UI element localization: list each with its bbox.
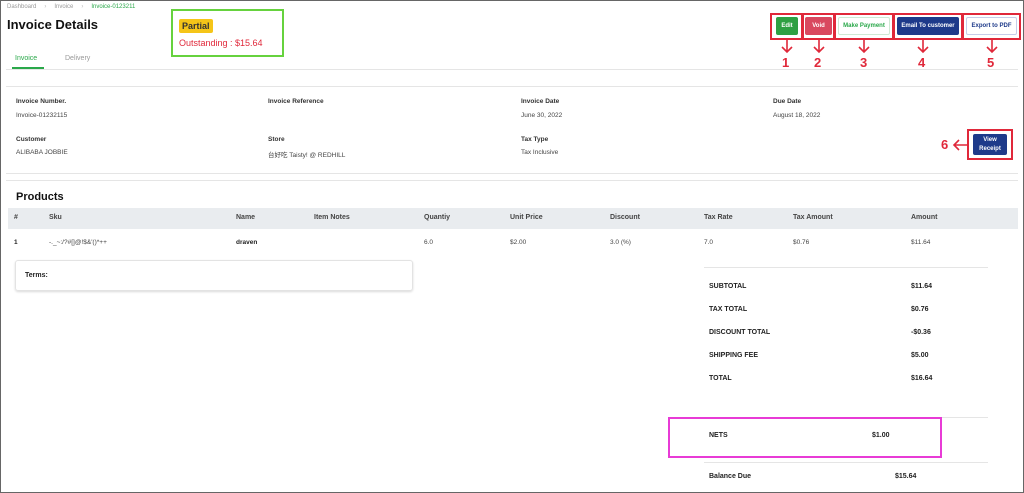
annotation-number-5: 5 xyxy=(987,55,995,70)
balance-divider xyxy=(704,462,988,463)
col-header-item-notes: Item Notes xyxy=(314,214,350,221)
subtotal-value: $11.64 xyxy=(911,283,933,290)
page-title: Invoice Details xyxy=(7,17,99,32)
row-index: 1 xyxy=(14,239,18,246)
due-date-label: Due Date xyxy=(773,98,802,105)
products-top-divider xyxy=(6,180,1018,181)
annotation-number-2: 2 xyxy=(814,55,822,70)
breadcrumb-invoice[interactable]: Invoice xyxy=(54,4,73,10)
shipping-fee-value: $5.00 xyxy=(911,352,929,359)
arrow-down-icon xyxy=(917,40,929,54)
col-header-quantity: Quantiy xyxy=(424,214,451,221)
tax-type-value: Tax Inclusive xyxy=(521,149,559,156)
products-title: Products xyxy=(16,191,64,203)
invoice-reference-label: Invoice Reference xyxy=(268,98,324,105)
col-header-index: # xyxy=(14,214,18,221)
row-sku: -._~:/?#[]@!$&'()*++ xyxy=(49,239,107,246)
view-receipt-button[interactable]: View Receipt xyxy=(973,134,1007,155)
row-unit-price: $2.00 xyxy=(510,239,527,246)
row-tax-rate: 7.0 xyxy=(704,239,714,246)
row-discount: 3.0 (%) xyxy=(610,239,631,246)
row-amount: $11.64 xyxy=(911,239,931,246)
due-date-value: August 18, 2022 xyxy=(773,112,821,119)
make-payment-button[interactable]: Make Payment xyxy=(838,17,890,35)
annotation-number-1: 1 xyxy=(782,55,790,70)
total-label: TOTAL xyxy=(709,375,732,382)
view-receipt-line2: Receipt xyxy=(979,145,1001,152)
invoice-date-value: June 30, 2022 xyxy=(521,112,563,119)
annotation-number-6: 6 xyxy=(941,137,949,152)
info-divider xyxy=(6,173,1018,174)
nets-label: NETS xyxy=(709,432,728,439)
col-header-name: Name xyxy=(236,214,256,221)
annotation-number-3: 3 xyxy=(860,55,868,70)
void-button[interactable]: Void xyxy=(805,17,832,35)
store-value: 台好吃 Taisty! @ REDHILL xyxy=(268,152,346,159)
terms-card: Terms: xyxy=(15,260,413,291)
discount-total-label: DISCOUNT TOTAL xyxy=(709,329,771,336)
shipping-fee-label: SHIPPING FEE xyxy=(709,352,759,359)
col-header-discount: Discount xyxy=(610,214,640,221)
invoice-date-label: Invoice Date xyxy=(521,98,560,105)
tax-total-label: TAX TOTAL xyxy=(709,306,748,313)
total-value: $16.64 xyxy=(911,375,933,382)
col-header-amount: Amount xyxy=(911,214,938,221)
row-quantity: 6.0 xyxy=(424,239,434,246)
header-divider xyxy=(6,86,1018,87)
arrow-down-icon xyxy=(858,40,870,54)
customer-label: Customer xyxy=(16,136,47,143)
arrow-down-icon xyxy=(813,40,825,54)
nets-value: $1.00 xyxy=(872,432,890,439)
invoice-number-label: Invoice Number. xyxy=(16,98,67,105)
breadcrumb-current: Invoice-0123211 xyxy=(91,4,136,10)
status-badge: Partial xyxy=(179,19,213,33)
breadcrumb: Dashboard › Invoice › Invoice-0123211 xyxy=(7,4,136,10)
outstanding-amount: Outstanding : $15.64 xyxy=(179,38,263,48)
col-header-tax-rate: Tax Rate xyxy=(704,214,733,221)
terms-label: Terms: xyxy=(25,272,48,279)
customer-value: ALIBABA JOBBIE xyxy=(16,149,68,156)
breadcrumb-dashboard[interactable]: Dashboard xyxy=(7,4,36,10)
status-highlight-box: Partial Outstanding : $15.64 xyxy=(171,9,284,57)
view-receipt-line1: View xyxy=(983,136,997,143)
arrow-down-icon xyxy=(986,40,998,54)
invoice-number-value: Invoice-01232115 xyxy=(16,112,68,119)
email-customer-button[interactable]: Email To customer xyxy=(897,17,959,35)
col-header-unit-price: Unit Price xyxy=(510,214,543,221)
edit-button[interactable]: Edit xyxy=(776,17,798,35)
store-label: Store xyxy=(268,136,285,143)
arrow-left-icon xyxy=(952,139,967,151)
subtotal-label: SUBTOTAL xyxy=(709,283,747,290)
products-table-header: # Sku Name Item Notes Quantiy Unit Price… xyxy=(8,208,1018,229)
discount-total-value: -$0.36 xyxy=(911,329,931,336)
col-header-sku: Sku xyxy=(49,214,62,221)
annotation-number-4: 4 xyxy=(918,55,926,70)
balance-due-value: $15.64 xyxy=(895,473,917,480)
row-name: draven xyxy=(236,239,258,246)
balance-due-label: Balance Due xyxy=(709,473,752,480)
col-header-tax-amount: Tax Amount xyxy=(793,214,833,221)
summary-divider xyxy=(704,267,988,268)
tab-delivery[interactable]: Delivery xyxy=(65,55,90,62)
tab-invoice[interactable]: Invoice xyxy=(15,55,37,62)
tax-total-value: $0.76 xyxy=(911,306,929,313)
tax-type-label: Tax Type xyxy=(521,136,549,143)
arrow-down-icon xyxy=(781,40,793,54)
export-pdf-button[interactable]: Export to PDF xyxy=(966,17,1017,35)
row-tax-amount: $0.76 xyxy=(793,239,810,246)
